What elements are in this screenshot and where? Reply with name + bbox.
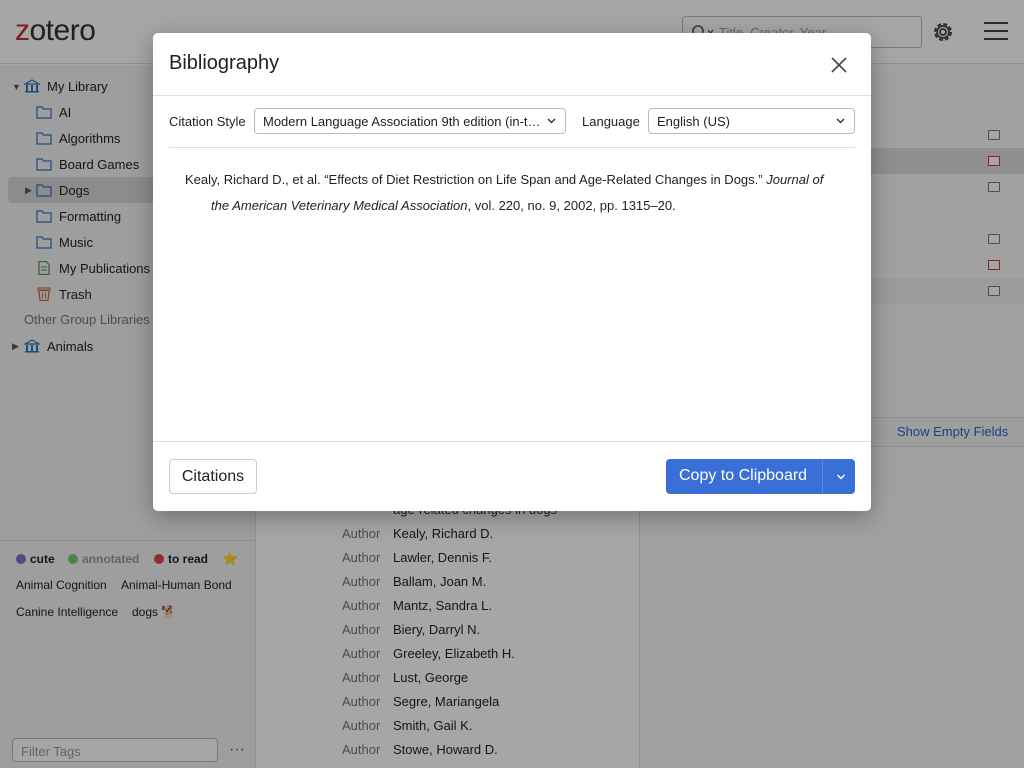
dialog-title: Bibliography xyxy=(169,52,280,74)
language-value: English (US) xyxy=(657,114,730,129)
button-split-divider xyxy=(822,459,823,494)
citation-style-value: Modern Language Association 9th edition … xyxy=(263,114,541,129)
bibliography-preview: Kealy, Richard D., et al. “Effects of Di… xyxy=(185,172,824,213)
citations-button[interactable]: Citations xyxy=(169,459,257,494)
dialog-header-divider xyxy=(153,95,871,96)
chevron-down-icon xyxy=(836,473,845,480)
preview-divider xyxy=(169,147,855,148)
chevron-down-icon xyxy=(836,118,845,124)
close-icon[interactable] xyxy=(829,55,849,75)
copy-to-clipboard-button[interactable]: Copy to Clipboard xyxy=(666,459,855,494)
dialog-footer-divider xyxy=(153,441,871,442)
copy-button-label: Copy to Clipboard xyxy=(679,467,808,484)
language-select[interactable]: English (US) xyxy=(648,108,855,134)
citation-style-select[interactable]: Modern Language Association 9th edition … xyxy=(254,108,566,134)
citation-style-label: Citation Style xyxy=(169,114,246,129)
chevron-down-icon xyxy=(547,118,556,124)
language-label: Language xyxy=(582,114,640,129)
bibliography-dialog: Bibliography Citation Style Modern Langu… xyxy=(153,33,871,511)
copy-options-dropdown[interactable] xyxy=(826,459,855,494)
